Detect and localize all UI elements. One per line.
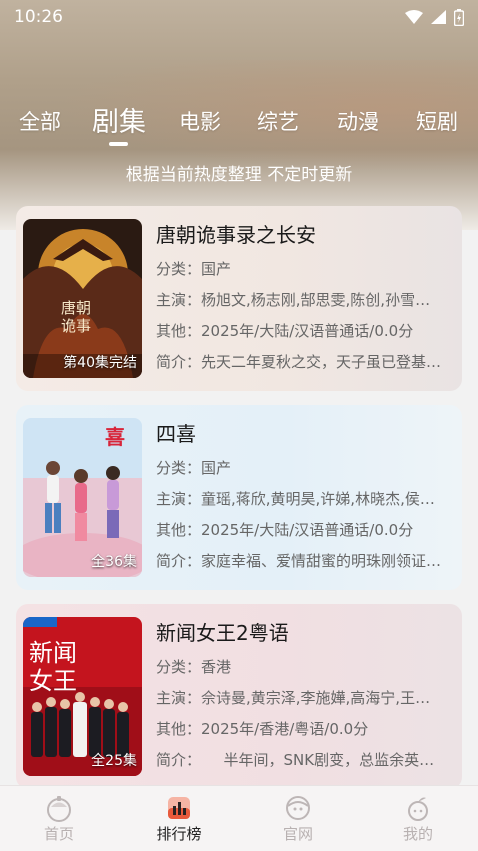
item-title: 四喜: [156, 422, 196, 446]
item-category: 分类：香港: [156, 658, 232, 676]
episode-badge: 第40集完结: [63, 355, 137, 371]
category-tabs: 全部 剧集 电影 综艺 动漫 短剧: [0, 98, 478, 150]
item-summary: 简介： 半年间，SNK剧变，总监余英…: [156, 751, 435, 769]
bottom-navigation: 首页 排行榜 官网 我的: [0, 785, 478, 851]
status-bar: 10:26: [0, 0, 478, 34]
status-time: 10:26: [14, 7, 63, 27]
tab-movies[interactable]: 电影: [179, 106, 221, 136]
poster-image[interactable]: 新闻女王 全25集: [23, 617, 142, 776]
nav-ranking-label: 排行榜: [156, 825, 202, 843]
item-cast: 主演：佘诗曼,黄宗泽,李施嬅,高海宁,王…: [156, 689, 431, 707]
poster-image[interactable]: 唐朝诡事 第40集完结: [23, 219, 142, 378]
battery-icon: [454, 8, 464, 26]
tab-anime[interactable]: 动漫: [337, 106, 379, 136]
nav-website-label: 官网: [282, 825, 313, 843]
poster-title-art: 唐朝诡事: [61, 299, 92, 335]
nav-profile[interactable]: 我的: [378, 794, 458, 844]
item-other: 其他：2025年/香港/粤语/0.0分: [156, 720, 369, 738]
active-tab-indicator: [109, 142, 128, 146]
wifi-icon: [405, 10, 423, 24]
status-icons: [405, 8, 464, 26]
list-item[interactable]: 唐朝诡事 第40集完结 唐朝诡事录之长安 分类：国产 主演：杨旭文,杨志刚,郜思…: [16, 206, 462, 391]
item-info: 唐朝诡事录之长安 分类：国产 主演：杨旭文,杨志刚,郜思雯,陈创,孙雪… 其他：…: [156, 220, 456, 378]
tab-series[interactable]: 剧集: [92, 100, 146, 139]
item-summary: 简介：先天二年夏秋之交，天子虽已登基…: [156, 353, 442, 371]
item-cast: 主演：童瑶,蒋欣,黄明昊,许娣,林晓杰,侯…: [156, 490, 435, 508]
item-info: 四喜 分类：国产 主演：童瑶,蒋欣,黄明昊,许娣,林晓杰,侯… 其他：2025年…: [156, 419, 456, 577]
item-other: 其他：2025年/大陆/汉语普通话/0.0分: [156, 322, 414, 340]
tab-variety[interactable]: 综艺: [257, 106, 299, 136]
poster-title-art: 喜: [105, 425, 125, 449]
ranking-subtitle: 根据当前热度整理 不定时更新: [125, 165, 353, 185]
nav-website[interactable]: 官网: [258, 794, 338, 844]
list-item[interactable]: 喜 全36集 四喜 分类：国产 主演：童瑶,蒋欣,黄明昊,许娣,林晓杰,侯… 其…: [16, 405, 462, 590]
item-category: 分类：国产: [156, 459, 232, 477]
poster-image[interactable]: 喜 全36集: [23, 418, 142, 577]
episode-badge: 全25集: [91, 753, 137, 769]
home-icon: [47, 796, 71, 822]
list-item[interactable]: 新闻女王 全25集 新闻女王2粤语 分类：香港 主演：佘诗曼,黄宗泽,李施嬅,高…: [16, 604, 462, 789]
item-summary: 简介：家庭幸福、爱情甜蜜的明珠刚领证…: [156, 552, 442, 570]
item-info: 新闻女王2粤语 分类：香港 主演：佘诗曼,黄宗泽,李施嬅,高海宁,王… 其他：2…: [156, 618, 456, 776]
nav-home-label: 首页: [43, 825, 74, 843]
item-other: 其他：2025年/大陆/汉语普通话/0.0分: [156, 521, 414, 539]
signal-icon: [431, 10, 446, 24]
item-title: 唐朝诡事录之长安: [156, 223, 316, 247]
nav-profile-label: 我的: [402, 825, 433, 843]
item-title: 新闻女王2粤语: [156, 621, 289, 645]
poster-title-art: 新闻女王: [29, 639, 77, 695]
ranking-icon: [168, 797, 190, 819]
tab-short-drama[interactable]: 短剧: [416, 106, 458, 136]
item-category: 分类：国产: [156, 260, 232, 278]
nav-home[interactable]: 首页: [19, 794, 99, 844]
item-cast: 主演：杨旭文,杨志刚,郜思雯,陈创,孙雪…: [156, 291, 431, 309]
episode-badge: 全36集: [91, 554, 137, 570]
nav-ranking[interactable]: 排行榜: [139, 794, 219, 844]
tab-all[interactable]: 全部: [19, 106, 61, 136]
profile-icon: [408, 797, 428, 821]
website-icon: [286, 796, 310, 820]
